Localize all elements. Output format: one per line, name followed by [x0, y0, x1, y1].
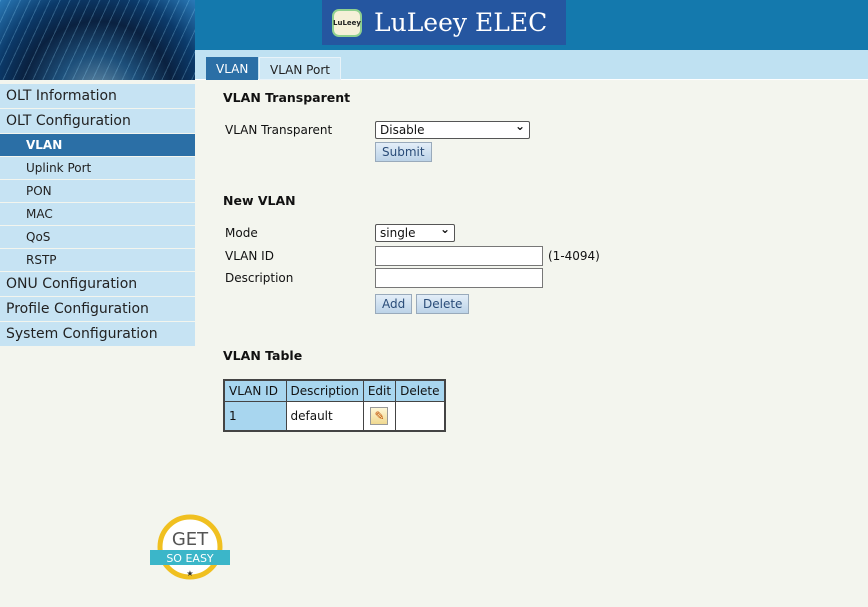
vlan-transparent-label: VLAN Transparent [225, 123, 333, 137]
logo-badge: LuLeey [332, 8, 362, 37]
banner-image [0, 0, 195, 80]
header-edit: Edit [362, 379, 397, 402]
submit-button[interactable]: Submit [375, 142, 432, 162]
add-button[interactable]: Add [375, 294, 413, 314]
sidebar-item-vlan[interactable]: VLAN [0, 134, 195, 156]
sidebar-item-onu-configuration[interactable]: ONU Configuration [0, 272, 195, 296]
sidebar-item-profile-configuration[interactable]: Profile Configuration [0, 297, 195, 321]
cell-description: default [285, 401, 364, 431]
header-delete: Delete [395, 379, 446, 402]
vlan-id-label: VLAN ID [225, 249, 274, 263]
tab-vlan[interactable]: VLAN [206, 57, 259, 80]
svg-text:SO EASY: SO EASY [166, 552, 214, 565]
delete-cell [395, 401, 446, 431]
vlan-transparent-select[interactable]: Disable [375, 118, 530, 139]
description-input[interactable] [375, 268, 543, 288]
header: LuLeey LuLeey ELEC [195, 0, 868, 50]
sidebar-item-uplink-port[interactable]: Uplink Port [0, 157, 195, 179]
tab-bar: VLAN VLAN Port [195, 50, 868, 80]
delete-button[interactable]: Delete [416, 294, 470, 314]
sidebar-item-mac[interactable]: MAC [0, 203, 195, 225]
sidebar-item-system-configuration[interactable]: System Configuration [0, 322, 195, 346]
svg-text:★: ★ [186, 569, 193, 578]
table-header-row: VLAN ID Description Edit Delete [223, 379, 446, 402]
sidebar-item-olt-configuration[interactable]: OLT Configuration [0, 109, 195, 133]
cell-vlan-id: 1 [223, 401, 287, 431]
sidebar-item-rstp[interactable]: RSTP [0, 249, 195, 271]
edit-cell: ✎ [362, 401, 397, 431]
vlan-id-input[interactable] [375, 246, 543, 266]
header-description: Description [285, 379, 364, 402]
section-title-vlan-transparent: VLAN Transparent [223, 90, 351, 105]
header-vlan-id: VLAN ID [223, 379, 287, 402]
logo-text: LuLeey ELEC [374, 8, 548, 37]
section-title-vlan-table: VLAN Table [223, 348, 303, 363]
sidebar-item-olt-information[interactable]: OLT Information [0, 84, 195, 108]
mode-label: Mode [225, 226, 258, 240]
sidebar-item-pon[interactable]: PON [0, 180, 195, 202]
vlan-table: VLAN ID Description Edit Delete 1 defaul… [223, 379, 446, 432]
sidebar: OLT Information OLT Configuration VLAN U… [0, 84, 195, 347]
edit-pencil-icon[interactable]: ✎ [370, 406, 389, 425]
tab-vlan-port[interactable]: VLAN Port [259, 57, 341, 80]
get-so-easy-watermark: GET SO EASY ★ [150, 514, 230, 580]
description-label: Description [225, 271, 294, 285]
vlan-id-hint: (1-4094) [548, 249, 600, 263]
section-title-new-vlan: New VLAN [223, 193, 296, 208]
svg-text:GET: GET [172, 529, 209, 550]
logo: LuLeey LuLeey ELEC [322, 0, 566, 45]
table-row: 1 default ✎ [223, 401, 446, 431]
sidebar-item-qos[interactable]: QoS [0, 226, 195, 248]
mode-select[interactable]: single [375, 221, 455, 242]
